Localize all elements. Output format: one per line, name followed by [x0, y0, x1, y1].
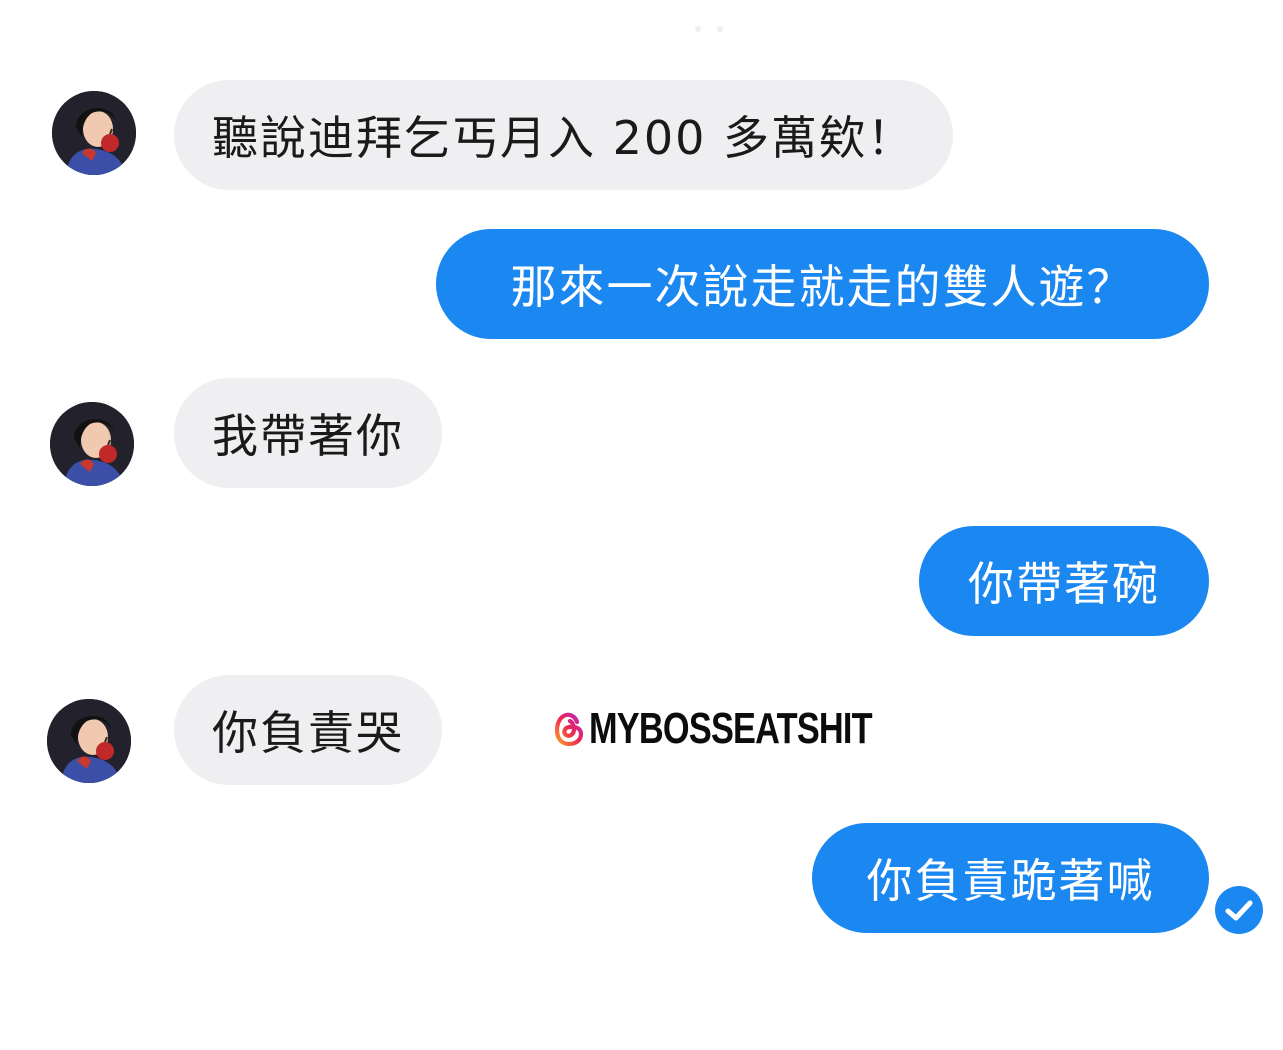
read-receipt	[1214, 885, 1264, 935]
snow-white-avatar-icon	[47, 699, 131, 783]
message-bubble-incoming[interactable]: 我帶著你	[174, 378, 442, 488]
snow-white-avatar-icon	[52, 91, 136, 175]
watermark-handle: MYBOSSEATSHIT	[589, 704, 873, 753]
message-bubble-outgoing[interactable]: 那來一次說走就走的雙人遊？	[436, 229, 1209, 339]
message-text: 你負責哭	[212, 706, 404, 760]
message-text: 聽說迪拜乞丐月入 200 多萬欸！	[212, 111, 916, 165]
message-text: 我帶著你	[212, 409, 404, 463]
watermark: MYBOSSEATSHIT	[553, 704, 952, 754]
avatar[interactable]	[52, 91, 136, 175]
message-bubble-incoming[interactable]: 你負責哭	[174, 675, 442, 785]
message-text: 你負責跪著喊	[866, 854, 1155, 908]
threads-logo-icon	[554, 712, 584, 747]
top-artifact	[695, 26, 723, 32]
message-bubble-outgoing[interactable]: 你帶著碗	[919, 526, 1209, 636]
check-circle-icon	[1215, 886, 1263, 934]
avatar[interactable]	[50, 402, 134, 486]
message-bubble-outgoing[interactable]: 你負責跪著喊	[812, 823, 1209, 933]
avatar[interactable]	[47, 699, 131, 783]
message-text: 你帶著碗	[968, 557, 1160, 611]
snow-white-avatar-icon	[50, 402, 134, 486]
message-bubble-incoming[interactable]: 聽說迪拜乞丐月入 200 多萬欸！	[174, 80, 954, 190]
message-text: 那來一次說走就走的雙人遊？	[510, 260, 1135, 314]
